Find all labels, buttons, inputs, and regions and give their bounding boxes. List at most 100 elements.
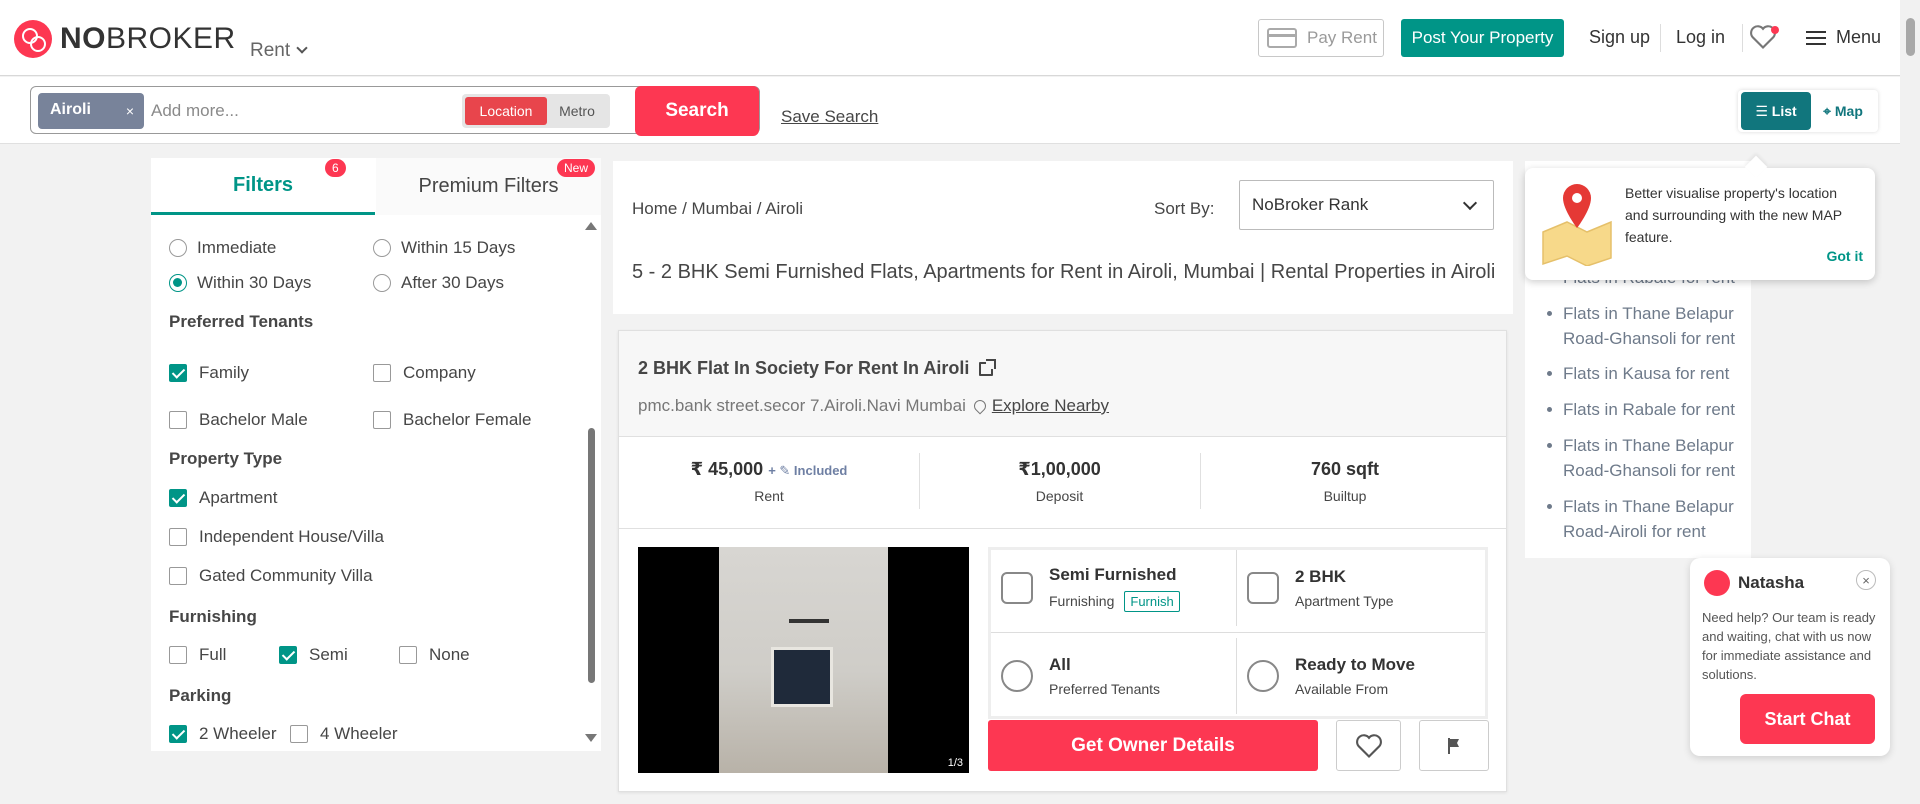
start-chat-button[interactable]: Start Chat <box>1740 694 1875 744</box>
chevron-down-icon <box>1462 195 1478 211</box>
filters-count-badge: 6 <box>325 159 346 177</box>
remove-chip-icon[interactable]: × <box>126 103 134 119</box>
property-card: 2 BHK Flat In Society For Rent In Airoli… <box>618 330 1507 792</box>
external-link-icon[interactable] <box>979 358 997 376</box>
property-title[interactable]: 2 BHK Flat In Society For Rent In Airoli <box>638 358 997 379</box>
sort-by-label: Sort By: <box>1154 199 1215 218</box>
nobroker-logo[interactable]: NOBROKER <box>14 20 236 58</box>
checkbox-checked <box>169 364 187 382</box>
search-button[interactable]: Search <box>635 86 759 136</box>
agent-name: Natasha <box>1738 573 1805 592</box>
related-link[interactable]: Flats in Thane Belapur Road-Ghansoli for… <box>1547 433 1743 483</box>
furnishing-full[interactable]: Full <box>169 645 226 665</box>
available-from-detail: Ready to Move Available From <box>1236 638 1485 714</box>
property-photo[interactable]: 1/3 <box>638 547 969 773</box>
furnishing-none[interactable]: None <box>399 645 470 665</box>
property-independent-house[interactable]: Independent House/Villa <box>169 527 384 547</box>
logo-text: NOBROKER <box>60 22 236 55</box>
sort-by-dropdown[interactable]: NoBroker Rank <box>1239 180 1494 230</box>
filter-scrollbar[interactable] <box>588 428 595 683</box>
pay-rent-button[interactable]: Pay Rent <box>1258 19 1384 57</box>
furnishing-detail: Semi Furnished Furnishing Furnish <box>991 550 1236 626</box>
metro-option[interactable]: Metro <box>547 97 607 125</box>
building-icon <box>1247 572 1279 604</box>
flag-icon <box>1448 737 1459 754</box>
availability-immediate[interactable]: Immediate <box>169 238 276 258</box>
location-metro-toggle: Location Metro <box>462 94 610 128</box>
shortlist-button[interactable] <box>1336 720 1401 771</box>
logo-icon <box>14 20 52 58</box>
page-scrollbar-thumb[interactable] <box>1906 18 1915 56</box>
availability-within-30-days[interactable]: Within 30 Days <box>169 273 311 293</box>
tenant-bachelor-female[interactable]: Bachelor Female <box>373 410 532 430</box>
window <box>771 647 833 707</box>
save-search-link[interactable]: Save Search <box>781 107 878 127</box>
view-toggle: ☰ List ⌖ Map <box>1738 90 1878 132</box>
related-link[interactable]: Flats in Thane Belapur Road-Airoli for r… <box>1547 494 1743 544</box>
tenant-company[interactable]: Company <box>373 363 476 383</box>
property-apartment[interactable]: Apartment <box>169 488 277 508</box>
map-view-button[interactable]: ⌖ Map <box>1811 103 1875 120</box>
property-card-header: 2 BHK Flat In Society For Rent In Airoli… <box>619 331 1506 437</box>
location-pin-icon <box>971 397 989 415</box>
property-gated-community[interactable]: Gated Community Villa <box>169 566 373 586</box>
availability-within-15-days[interactable]: Within 15 Days <box>373 238 515 258</box>
furnishing-semi[interactable]: Semi <box>279 645 348 665</box>
checkbox <box>169 528 187 546</box>
checkbox <box>169 411 187 429</box>
checkbox <box>373 411 391 429</box>
tenant-bachelor-male[interactable]: Bachelor Male <box>169 410 308 430</box>
preferred-tenants-detail: All Preferred Tenants <box>991 638 1236 714</box>
grid-divider <box>991 632 1485 633</box>
breadcrumb[interactable]: Home / Mumbai / Airoli <box>632 199 803 219</box>
parking-2-wheeler[interactable]: 2 Wheeler <box>169 724 276 744</box>
filters-panel: Filters Premium Filters 6 New Immediate … <box>151 158 601 751</box>
tenant-icon <box>1001 660 1033 692</box>
rent-stat: ₹ 45,000 + ✎ Included Rent <box>690 459 848 504</box>
sofa-icon <box>1001 572 1033 604</box>
tooltip-text: Better visualise property's location and… <box>1625 185 1842 245</box>
preferred-tenants-heading: Preferred Tenants <box>169 312 314 331</box>
checkbox-checked <box>279 646 297 664</box>
log-in-link[interactable]: Log in <box>1676 27 1725 48</box>
property-details-grid: Semi Furnished Furnishing Furnish 2 BHK A… <box>988 547 1488 719</box>
post-property-button[interactable]: Post Your Property <box>1401 19 1564 57</box>
property-type-heading: Property Type <box>169 449 283 468</box>
scroll-up-arrow[interactable] <box>585 222 597 230</box>
menu-button[interactable]: Menu <box>1806 27 1881 48</box>
nav-divider <box>1742 24 1743 52</box>
furnish-tag[interactable]: Furnish <box>1124 590 1180 612</box>
radio-button <box>373 239 391 257</box>
get-owner-details-button[interactable]: Get Owner Details <box>988 720 1318 771</box>
filter-list: Immediate Within 15 Days Within 30 Days … <box>151 216 591 751</box>
explore-nearby-link[interactable]: Explore Nearby <box>992 396 1109 416</box>
furnishing-heading: Furnishing <box>169 607 257 626</box>
list-view-button[interactable]: ☰ List <box>1741 92 1811 130</box>
sign-up-link[interactable]: Sign up <box>1589 27 1650 48</box>
key-icon <box>1247 660 1279 692</box>
close-icon[interactable]: × <box>1856 570 1876 590</box>
availability-after-30-days[interactable]: After 30 Days <box>373 273 504 293</box>
agent-avatar-icon <box>1704 570 1730 596</box>
apartment-type-detail: 2 BHK Apartment Type <box>1236 550 1485 626</box>
related-link[interactable]: Flats in Thane Belapur Road-Ghansoli for… <box>1547 301 1743 351</box>
ceiling-fan <box>789 619 829 623</box>
top-header: NOBROKER Rent Pay Rent Post Your Propert… <box>0 0 1900 76</box>
scroll-down-arrow[interactable] <box>585 734 597 742</box>
rent-dropdown[interactable]: Rent <box>250 40 308 62</box>
search-input[interactable] <box>151 97 481 125</box>
location-option[interactable]: Location <box>465 97 547 125</box>
tenant-family[interactable]: Family <box>169 363 249 383</box>
property-stats: ₹ 45,000 + ✎ Included Rent ₹1,00,000 Dep… <box>619 437 1506 529</box>
parking-4-wheeler[interactable]: 4 Wheeler <box>290 724 397 744</box>
report-button[interactable] <box>1419 720 1489 771</box>
checkbox <box>373 364 391 382</box>
chat-widget: Natasha × Need help? Our team is ready a… <box>1690 558 1890 756</box>
checkbox-checked <box>169 725 187 743</box>
related-link[interactable]: Flats in Kausa for rent <box>1547 361 1743 386</box>
got-it-button[interactable]: Got it <box>1826 248 1863 264</box>
notification-dot <box>1771 26 1779 34</box>
builtup-stat: 760 sqft Builtup <box>1310 459 1380 504</box>
related-link[interactable]: Flats in Rabale for rent <box>1547 397 1743 422</box>
checkbox <box>399 646 417 664</box>
